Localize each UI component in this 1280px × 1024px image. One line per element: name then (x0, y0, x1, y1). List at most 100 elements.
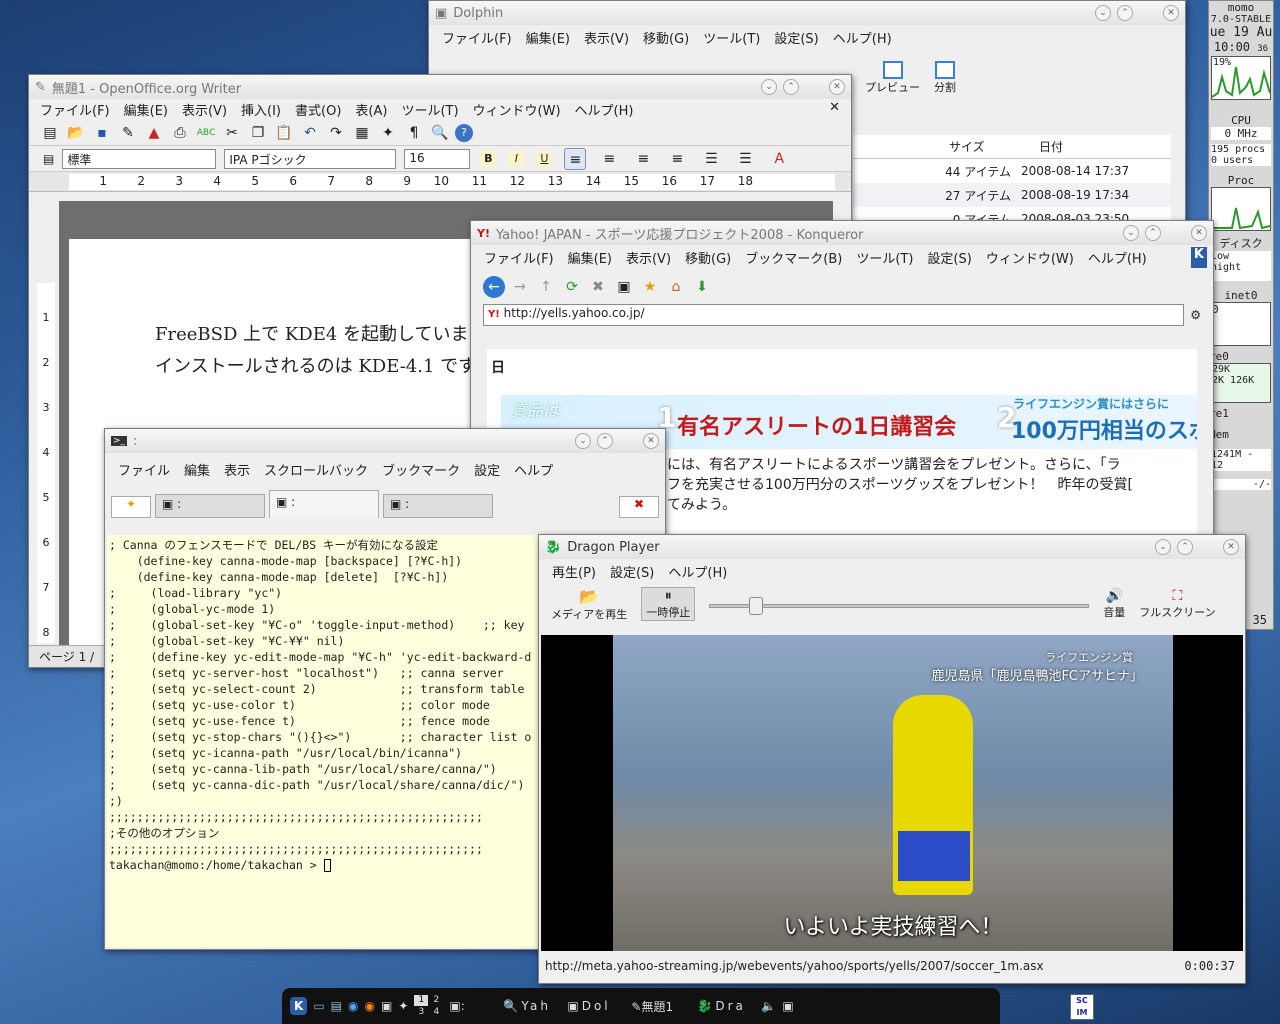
menu-insert[interactable]: 挿入(I) (234, 99, 288, 120)
menu-help[interactable]: ヘルプ (507, 459, 560, 480)
menu-file[interactable]: ファイル(F) (33, 99, 117, 120)
font-name-select[interactable]: IPA Pゴシック (224, 148, 397, 169)
column-date[interactable]: 日付 (1039, 138, 1063, 155)
split-button[interactable]: 分割 (934, 61, 956, 95)
bold-button[interactable]: B (480, 150, 497, 167)
video-area[interactable]: ライフエンジン賞 鹿児島県「鹿児島鴨池FCアサヒナ」 いよいよ実技練習へ！ (541, 635, 1243, 951)
konsole-tab[interactable]: ▣ : (383, 494, 493, 518)
bookmark-icon[interactable]: ★ (639, 276, 661, 298)
browser-icon[interactable]: ◉ (348, 999, 358, 1013)
table-icon[interactable]: ▦ (351, 122, 373, 144)
doc-close-icon[interactable]: ✕ (822, 99, 847, 120)
task-dragon[interactable]: 🐉Dra (697, 999, 755, 1013)
font-size-select[interactable]: 16 (404, 148, 471, 169)
formatting-marks-icon[interactable]: ¶ (403, 122, 425, 144)
seek-handle[interactable] (748, 597, 763, 615)
navigator-icon[interactable]: ✦ (377, 122, 399, 144)
menu-settings[interactable]: 設定(S) (767, 27, 825, 48)
close-button[interactable]: ✕ (829, 79, 845, 95)
konsole-tab-active[interactable]: ▣ : (269, 490, 379, 518)
spellcheck-icon[interactable]: ABC (195, 122, 217, 144)
menu-edit[interactable]: 編集(E) (561, 247, 619, 268)
minimize-button[interactable]: ⌄ (575, 433, 591, 449)
justify-button[interactable]: ≡ (666, 148, 688, 170)
styles-icon[interactable]: ▤ (43, 152, 54, 166)
redo-icon[interactable]: ↷ (325, 122, 347, 144)
settings-gear-icon[interactable]: ⚙ (1190, 308, 1201, 322)
close-button[interactable]: ✕ (643, 433, 659, 449)
volume-tray-icon[interactable]: 🔈 (761, 999, 776, 1013)
menu-view[interactable]: 表示 (217, 459, 257, 480)
close-tab-button[interactable]: ✖ (619, 496, 659, 518)
file-row[interactable]: 27 アイテム 2008-08-19 17:34 (853, 183, 1171, 207)
forward-icon[interactable]: → (509, 276, 531, 298)
download-icon[interactable]: ⬇ (691, 276, 713, 298)
seek-slider[interactable] (709, 597, 1090, 615)
menu-format[interactable]: 書式(O) (288, 99, 348, 120)
menu-tools[interactable]: ツール(T) (394, 99, 465, 120)
menu-help[interactable]: ヘルプ(H) (568, 99, 641, 120)
menu-settings[interactable]: 設定(S) (920, 247, 978, 268)
font-color-icon[interactable]: A (768, 148, 790, 170)
undo-icon[interactable]: ↶ (299, 122, 321, 144)
minimize-button[interactable]: ⌄ (1155, 539, 1171, 555)
paragraph-style-select[interactable]: 標準 (62, 148, 217, 169)
pdf-icon[interactable]: ▲ (143, 122, 165, 144)
konsole-tab[interactable]: ▣ : (155, 494, 265, 518)
menu-edit[interactable]: 編集(E) (519, 27, 577, 48)
menu-view[interactable]: 表示(V) (577, 27, 636, 48)
menu-edit[interactable]: 編集(E) (117, 99, 175, 120)
menu-scrollback[interactable]: スクロールバック (257, 459, 375, 480)
task-writer[interactable]: ✎無題1 (631, 998, 691, 1015)
menu-bookmarks[interactable]: ブックマーク(B) (738, 247, 849, 268)
pause-button[interactable]: ⏸ 一時停止 (641, 587, 696, 621)
italic-button[interactable]: I (508, 150, 525, 167)
menu-settings[interactable]: 設定(S) (603, 561, 661, 582)
numbering-button[interactable]: ☰ (700, 148, 722, 170)
menu-settings[interactable]: 設定 (467, 459, 507, 480)
home-icon[interactable]: ⌂ (665, 276, 687, 298)
menu-file[interactable]: ファイル(F) (477, 247, 561, 268)
menu-window[interactable]: ウィンドウ(W) (466, 99, 568, 120)
dragon-titlebar[interactable]: 🐉 Dragon Player ⌄ ⌃ ✕ (539, 535, 1245, 559)
files-icon[interactable]: ▤ (331, 999, 342, 1013)
menu-view[interactable]: 表示(V) (175, 99, 234, 120)
stop-icon[interactable]: ✖ (587, 276, 609, 298)
minimize-button[interactable]: ⌄ (1123, 225, 1139, 241)
konqueror-titlebar[interactable]: Y! Yahoo! JAPAN - スポーツ応援プロジェクト2008 - Konq… (471, 221, 1213, 245)
save-icon[interactable]: ▪ (91, 122, 113, 144)
menu-play[interactable]: 再生(P) (545, 561, 603, 582)
menu-help[interactable]: ヘルプ(H) (661, 561, 734, 582)
menu-edit[interactable]: 編集 (177, 459, 217, 480)
open-icon[interactable]: 📂 (65, 122, 87, 144)
up-icon[interactable]: ↑ (535, 276, 557, 298)
bullets-button[interactable]: ☰ (734, 148, 756, 170)
menu-tools[interactable]: ツール(T) (696, 27, 767, 48)
desktop-icon[interactable]: ▭ (313, 999, 324, 1013)
minimize-button[interactable]: ⌄ (1095, 5, 1111, 21)
menu-go[interactable]: 移動(G) (636, 27, 696, 48)
reload-icon[interactable]: ⟳ (561, 276, 583, 298)
menu-tools[interactable]: ツール(T) (849, 247, 920, 268)
wolf-icon[interactable]: ✦ (398, 999, 408, 1013)
file-row[interactable]: 44 アイテム 2008-08-14 17:37 (853, 159, 1171, 183)
desktop-pager[interactable]: 1234 (414, 994, 443, 1018)
maximize-button[interactable]: ⌃ (1177, 539, 1193, 555)
new-icon[interactable]: ▤ (39, 122, 61, 144)
url-input[interactable]: Y! http://yells.yahoo.co.jp/ (483, 304, 1185, 326)
task-konsole[interactable]: ▣: (449, 999, 497, 1013)
menu-go[interactable]: 移動(G) (678, 247, 738, 268)
task-konqueror[interactable]: 🔍Yah (503, 999, 561, 1013)
help-icon[interactable]: ? (455, 124, 473, 142)
maximize-button[interactable]: ⌃ (597, 433, 613, 449)
kde-menu-icon[interactable]: K (290, 997, 308, 1015)
menu-window[interactable]: ウィンドウ(W) (979, 247, 1081, 268)
new-tab-button[interactable]: ✦ (111, 496, 151, 518)
cut-icon[interactable]: ✂ (221, 122, 243, 144)
menu-view[interactable]: 表示(V) (619, 247, 678, 268)
maximize-button[interactable]: ⌃ (1117, 5, 1133, 21)
terminal-launch-icon[interactable]: ▣ (381, 999, 392, 1013)
maximize-button[interactable]: ⌃ (783, 79, 799, 95)
task-dolphin[interactable]: ▣Dol (567, 999, 625, 1013)
menu-bookmarks[interactable]: ブックマーク (375, 459, 467, 480)
